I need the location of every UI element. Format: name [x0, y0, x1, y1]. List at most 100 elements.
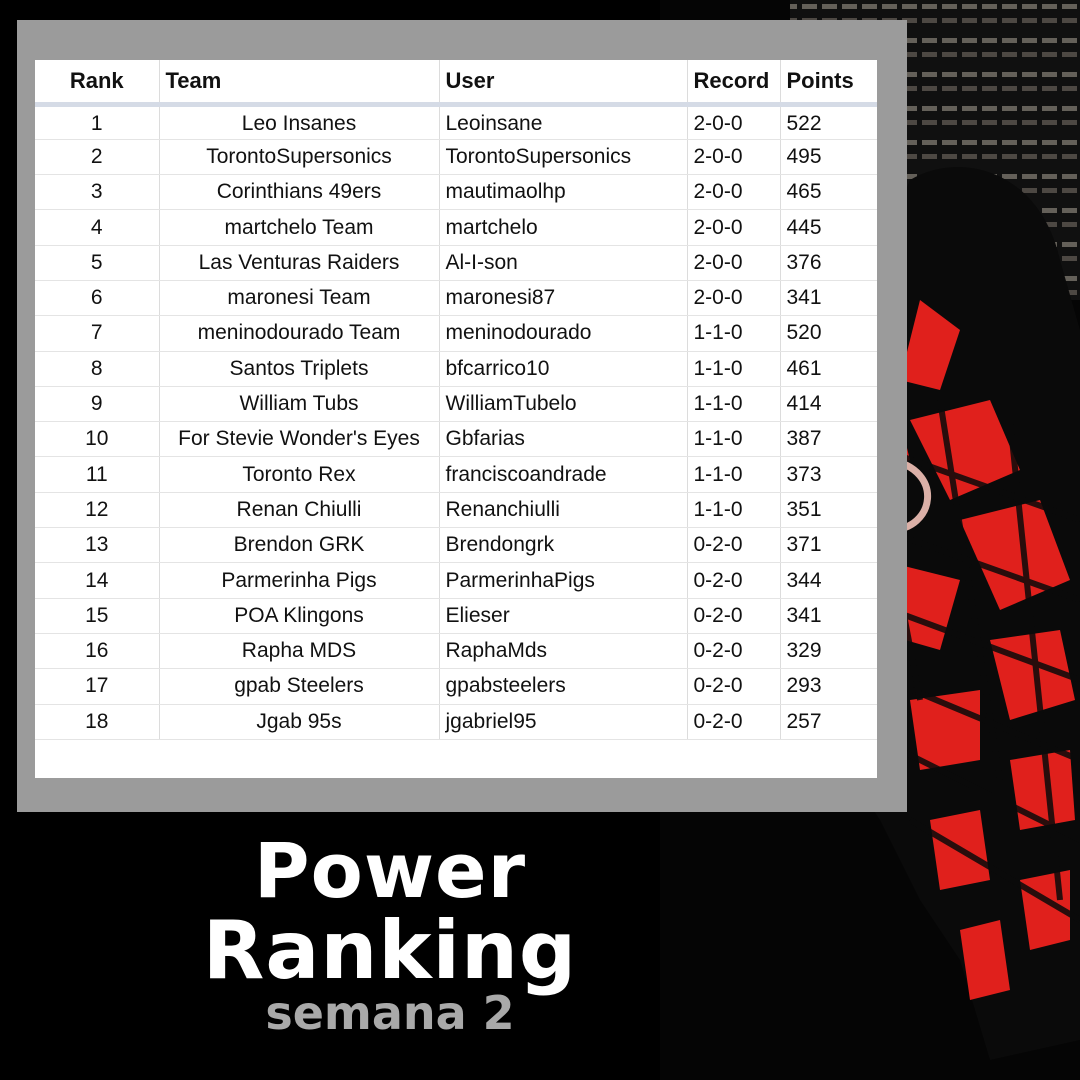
- cell-points: 293: [780, 668, 877, 705]
- table-row: 17 gpab Steelers gpabsteelers 0-2-0 293: [35, 668, 877, 705]
- cell-user: mautimaolhp: [439, 174, 688, 211]
- header-user: User: [439, 60, 688, 107]
- cell-user: gpabsteelers: [439, 668, 688, 705]
- cell-record: 1-1-0: [687, 456, 781, 493]
- cell-points: 387: [780, 421, 877, 458]
- cell-record: 0-2-0: [687, 668, 781, 705]
- cell-points: 371: [780, 527, 877, 564]
- cell-team: Corinthians 49ers: [159, 174, 440, 211]
- cell-rank: 14: [35, 562, 160, 599]
- cell-user: Renanchiulli: [439, 492, 688, 529]
- cell-points: 465: [780, 174, 877, 211]
- cell-points: 351: [780, 492, 877, 529]
- header-row: Rank Team User Record Points: [35, 60, 877, 107]
- cell-user: Brendongrk: [439, 527, 688, 564]
- cell-points: 445: [780, 209, 877, 246]
- cell-team: Parmerinha Pigs: [159, 562, 440, 599]
- cell-points: 373: [780, 456, 877, 493]
- cell-team: For Stevie Wonder's Eyes: [159, 421, 440, 458]
- cell-record: 1-1-0: [687, 315, 781, 352]
- cell-rank: 12: [35, 492, 160, 529]
- cell-user: bfcarrico10: [439, 351, 688, 387]
- cell-record: 1-1-0: [687, 421, 781, 458]
- cell-rank: 17: [35, 668, 160, 705]
- cell-user: TorontoSupersonics: [439, 139, 688, 176]
- cell-user: RaphaMds: [439, 633, 688, 670]
- title-power: Power: [253, 826, 527, 915]
- cell-points: 461: [780, 351, 877, 387]
- cell-team: Las Venturas Raiders: [159, 245, 440, 281]
- cell-team: Brendon GRK: [159, 527, 440, 564]
- cell-rank: 16: [35, 633, 160, 670]
- header-rank: Rank: [35, 60, 160, 107]
- header-record: Record: [687, 60, 781, 107]
- cell-rank: 9: [35, 386, 160, 423]
- cell-record: 2-0-0: [687, 245, 781, 281]
- table-row: 1 Leo Insanes Leoinsane 2-0-0 522: [35, 104, 877, 140]
- ranking-table: Rank Team User Record Points 1 Leo Insane…: [35, 60, 877, 740]
- cell-team: maronesi Team: [159, 280, 440, 317]
- cell-rank: 15: [35, 598, 160, 634]
- cell-team: gpab Steelers: [159, 668, 440, 705]
- cell-rank: 4: [35, 209, 160, 246]
- title-ranking: Ranking: [202, 904, 578, 997]
- cell-points: 520: [780, 315, 877, 352]
- table-frame: Rank Team User Record Points 1 Leo Insane…: [17, 20, 907, 812]
- cell-team: meninodourado Team: [159, 315, 440, 352]
- cell-record: 0-2-0: [687, 704, 781, 740]
- cell-rank: 11: [35, 456, 160, 493]
- cell-user: jgabriel95: [439, 704, 688, 740]
- cell-user: Gbfarias: [439, 421, 688, 458]
- table-row: 15 POA Klingons Elieser 0-2-0 341: [35, 598, 877, 634]
- ranking-spreadsheet: Rank Team User Record Points 1 Leo Insane…: [35, 60, 877, 778]
- cell-record: 2-0-0: [687, 209, 781, 246]
- cell-user: maronesi87: [439, 280, 688, 317]
- cell-team: Jgab 95s: [159, 704, 440, 740]
- cell-team: William Tubs: [159, 386, 440, 423]
- cell-record: 1-1-0: [687, 386, 781, 423]
- table-row: 2 TorontoSupersonics TorontoSupersonics 2-0…: [35, 139, 877, 176]
- table-row: 14 Parmerinha Pigs ParmerinhaPigs 0-2-0 344: [35, 562, 877, 599]
- cell-record: 2-0-0: [687, 280, 781, 317]
- cell-rank: 3: [35, 174, 160, 211]
- cell-user: ParmerinhaPigs: [439, 562, 688, 599]
- table-row: 5 Las Venturas Raiders Al-I-son 2-0-0 376: [35, 245, 877, 281]
- table-row: 18 Jgab 95s jgabriel95 0-2-0 257: [35, 704, 877, 740]
- table-row: 16 Rapha MDS RaphaMds 0-2-0 329: [35, 633, 877, 670]
- table-row: 4 martchelo Team martchelo 2-0-0 445: [35, 209, 877, 246]
- cell-rank: 5: [35, 245, 160, 281]
- cell-team: TorontoSupersonics: [159, 139, 440, 176]
- cell-team: martchelo Team: [159, 209, 440, 246]
- cell-rank: 8: [35, 351, 160, 387]
- table-row: 6 maronesi Team maronesi87 2-0-0 341: [35, 280, 877, 317]
- cell-points: 522: [780, 104, 877, 140]
- cell-user: martchelo: [439, 209, 688, 246]
- cell-record: 2-0-0: [687, 174, 781, 211]
- cell-user: Elieser: [439, 598, 688, 634]
- cell-user: Leoinsane: [439, 104, 688, 140]
- cell-record: 1-1-0: [687, 351, 781, 387]
- table-row: 10 For Stevie Wonder's Eyes Gbfarias 1-1-0 3…: [35, 421, 877, 458]
- cell-team: POA Klingons: [159, 598, 440, 634]
- cell-points: 376: [780, 245, 877, 281]
- cell-rank: 1: [35, 104, 160, 140]
- cell-user: Al-I-son: [439, 245, 688, 281]
- cell-rank: 10: [35, 421, 160, 458]
- cell-team: Toronto Rex: [159, 456, 440, 493]
- subtitle-week: semana 2: [265, 986, 515, 1040]
- header-team: Team: [159, 60, 440, 107]
- table-row: 11 Toronto Rex franciscoandrade 1-1-0 373: [35, 456, 877, 493]
- cell-team: Rapha MDS: [159, 633, 440, 670]
- cell-points: 257: [780, 704, 877, 740]
- table-row: 13 Brendon GRK Brendongrk 0-2-0 371: [35, 527, 877, 564]
- cell-team: Leo Insanes: [159, 104, 440, 140]
- cell-record: 2-0-0: [687, 104, 781, 140]
- cell-record: 0-2-0: [687, 633, 781, 670]
- table-row: 8 Santos Triplets bfcarrico10 1-1-0 461: [35, 351, 877, 387]
- cell-record: 0-2-0: [687, 527, 781, 564]
- cell-points: 329: [780, 633, 877, 670]
- cell-rank: 2: [35, 139, 160, 176]
- cell-rank: 18: [35, 704, 160, 740]
- header-points: Points: [780, 60, 877, 107]
- cell-points: 495: [780, 139, 877, 176]
